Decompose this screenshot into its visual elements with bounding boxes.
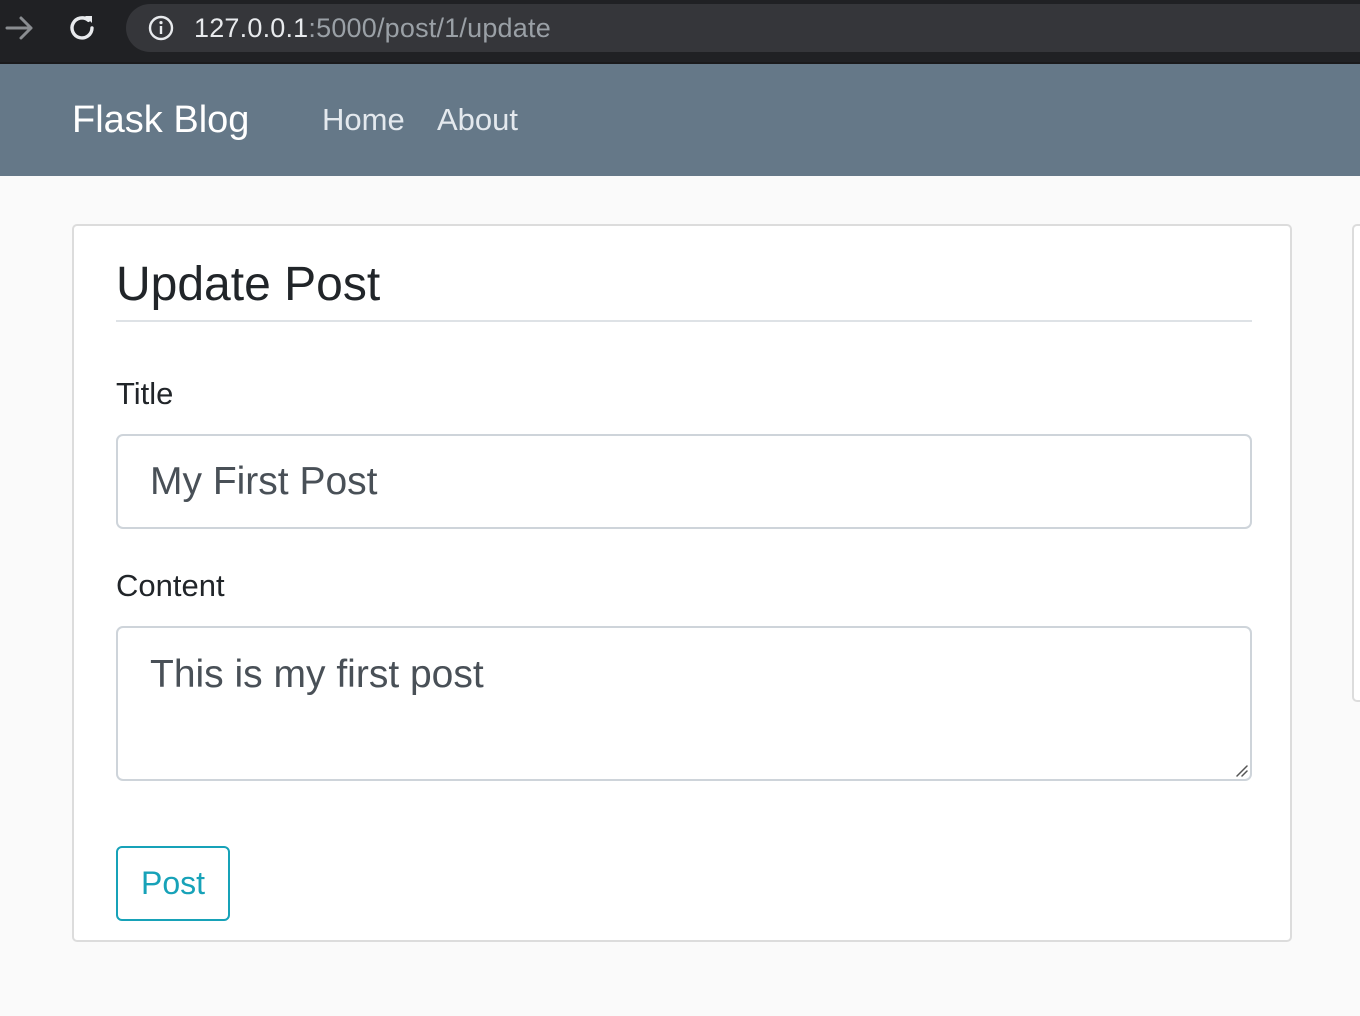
address-bar[interactable]: 127.0.0.1:5000/post/1/update — [126, 4, 1360, 52]
sidebar-card-edge — [1352, 224, 1360, 702]
title-input[interactable] — [116, 434, 1252, 529]
arrow-right-icon — [5, 16, 33, 40]
page-title: Update Post — [116, 258, 381, 311]
update-post-card: Update Post Title Content This is my fir… — [72, 224, 1292, 942]
resize-grip-icon[interactable] — [1232, 761, 1248, 777]
content-textarea[interactable]: This is my first post — [116, 626, 1252, 781]
nav-home-link[interactable]: Home — [322, 100, 405, 140]
reload-icon — [70, 16, 94, 40]
content-label: Content — [116, 568, 225, 603]
title-label: Title — [116, 376, 174, 411]
nav-about-link[interactable]: About — [437, 100, 518, 140]
url-text: 127.0.0.1:5000/post/1/update — [194, 14, 551, 42]
url-host: 127.0.0.1 — [194, 13, 309, 43]
form-legend: Update Post — [116, 256, 1252, 322]
browser-toolbar: 127.0.0.1:5000/post/1/update — [0, 0, 1360, 62]
post-button[interactable]: Post — [116, 846, 230, 921]
content-text: This is my first post — [150, 653, 484, 696]
url-path: :5000/post/1/update — [308, 13, 551, 43]
brand-logo-link[interactable]: Flask Blog — [72, 98, 249, 142]
info-icon[interactable] — [148, 15, 174, 41]
site-navbar: Flask Blog Home About — [0, 64, 1360, 176]
reload-button[interactable] — [62, 8, 102, 48]
forward-button[interactable] — [0, 8, 40, 48]
